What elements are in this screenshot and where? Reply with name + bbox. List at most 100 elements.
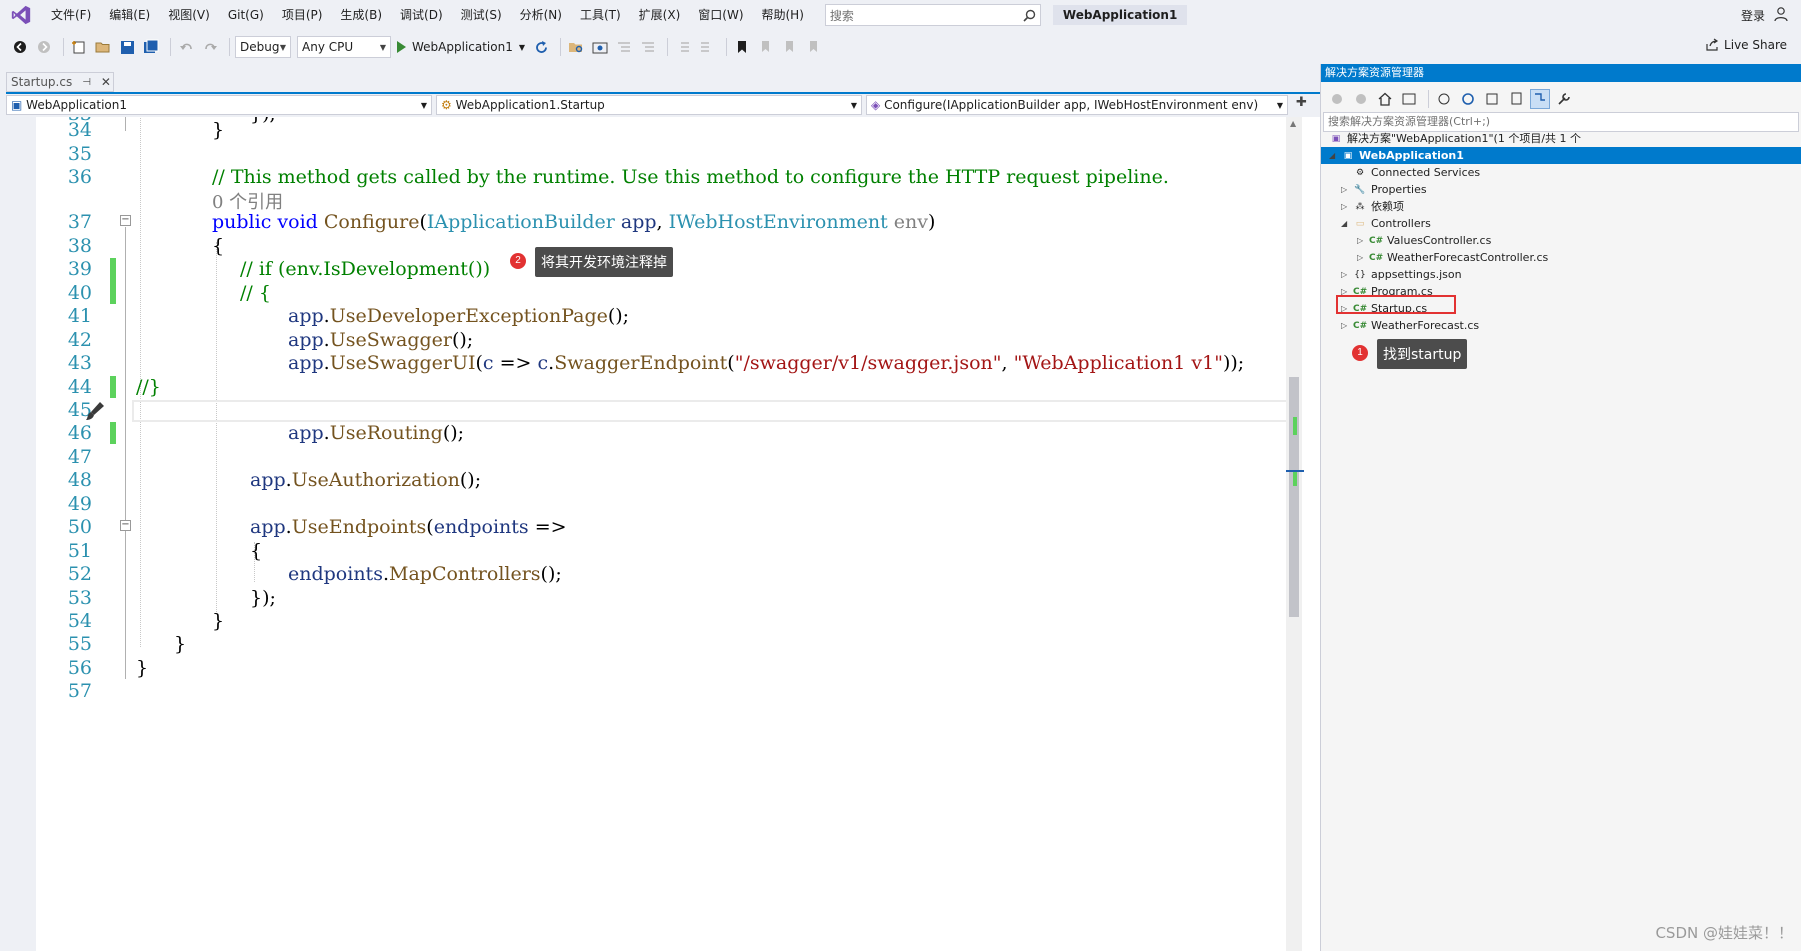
folder-open-icon: ▭ <box>1355 218 1365 229</box>
menu-edit[interactable]: 编辑(E) <box>100 0 159 30</box>
properties-wrench-icon[interactable] <box>1554 89 1574 109</box>
menu-project[interactable]: 项目(P) <box>273 0 332 30</box>
pending-changes-filter-icon[interactable] <box>1434 89 1454 109</box>
forward-icon[interactable] <box>1351 89 1371 109</box>
solution-platform-select[interactable]: Any CPU ▼ <box>297 36 391 58</box>
back-icon[interactable] <box>1327 89 1347 109</box>
tree-node-dependencies[interactable]: ▷ ⁂ 依赖项 <box>1341 198 1404 215</box>
member-dropdown[interactable]: ◈ Configure(IApplicationBuilder app, IWe… <box>866 95 1288 115</box>
new-project-icon[interactable] <box>69 37 89 57</box>
tree-node-connected-services[interactable]: ⚙ Connected Services <box>1353 164 1480 181</box>
code-line: } <box>136 657 149 679</box>
redo-icon[interactable] <box>200 37 220 57</box>
visual-studio-logo-icon[interactable] <box>10 4 32 26</box>
solution-explorer-search-input[interactable]: 搜索解决方案资源管理器(Ctrl+;) <box>1323 112 1799 132</box>
tab-startup-cs[interactable]: Startup.cs ⊣ ✕ <box>6 72 114 92</box>
uncomment-lines-icon[interactable] <box>638 37 658 57</box>
pin-icon[interactable]: ⊣ <box>82 77 91 88</box>
collapsed-arrow-icon[interactable]: ▷ <box>1341 198 1353 215</box>
next-bookmark-icon[interactable] <box>780 37 800 57</box>
live-share-button[interactable]: Live Share <box>1705 38 1787 52</box>
collapse-all-icon[interactable] <box>1482 89 1502 109</box>
collapsed-arrow-icon[interactable]: ▷ <box>1357 232 1369 249</box>
find-in-files-icon[interactable] <box>566 37 586 57</box>
tree-node-label: WeatherForecastController.cs <box>1387 251 1549 264</box>
menu-extensions[interactable]: 扩展(X) <box>630 0 690 30</box>
codelens-references[interactable]: 0 个引用 <box>6 188 1486 213</box>
expanded-arrow-icon[interactable]: ◢ <box>1329 147 1341 164</box>
menu-git[interactable]: Git(G) <box>219 0 273 30</box>
toolbar-separator <box>726 38 728 56</box>
json-file-icon: {} <box>1354 269 1366 280</box>
undo-icon[interactable] <box>176 37 196 57</box>
toolbar-separator <box>667 38 669 56</box>
solution-config-select[interactable]: Debug ▼ <box>235 36 291 58</box>
menu-window[interactable]: 窗口(W) <box>689 0 752 30</box>
user-icon[interactable] <box>1773 6 1789 22</box>
document-tab-strip: Startup.cs ⊣ ✕ ▼ ⚙ <box>6 72 1502 94</box>
code-editor[interactable]: 33 34 35 36 37 38 39 40 41 42 43 44 45 4… <box>6 117 1502 951</box>
sign-in-link[interactable]: 登录 <box>1741 7 1765 24</box>
sync-icon[interactable] <box>1458 89 1478 109</box>
member-dropdown-value: ◈ Configure(IApplicationBuilder app, IWe… <box>871 98 1258 112</box>
indent-icon[interactable] <box>673 37 693 57</box>
quick-actions-brush-icon[interactable] <box>84 400 106 422</box>
menu-build[interactable]: 生成(B) <box>331 0 391 30</box>
collapsed-arrow-icon[interactable]: ▷ <box>1341 266 1353 283</box>
split-editor-icon[interactable]: ✚ <box>1296 95 1307 115</box>
code-line: // { <box>240 282 271 304</box>
comment-lines-icon[interactable] <box>614 37 634 57</box>
line-number: 49 <box>67 493 92 515</box>
global-search-input[interactable]: 搜索 <box>824 4 1041 26</box>
show-all-files-icon[interactable] <box>1506 89 1526 109</box>
scrollbar-thumb[interactable] <box>1289 377 1299 617</box>
close-icon[interactable]: ✕ <box>101 75 111 89</box>
tree-node-label: Controllers <box>1371 217 1431 230</box>
chevron-down-icon[interactable]: ▼ <box>519 43 525 52</box>
editor-vertical-scrollbar[interactable]: ▲ <box>1286 117 1304 951</box>
menu-test[interactable]: 测试(S) <box>452 0 511 30</box>
back-icon[interactable] <box>10 37 30 57</box>
project-dropdown-value: ▣ WebApplication1 <box>11 98 127 112</box>
tree-node-solution[interactable]: ▣ 解决方案"WebApplication1"(1 个项目/共 1 个 <box>1329 130 1581 147</box>
forward-icon[interactable] <box>34 37 54 57</box>
outdent-icon[interactable] <box>697 37 717 57</box>
tree-node-project[interactable]: ◢ ▣ WebApplication1 <box>1321 147 1801 164</box>
screenshot-icon[interactable] <box>590 37 610 57</box>
tree-node-controllers[interactable]: ◢ ▭ Controllers <box>1341 215 1431 232</box>
preview-selected-icon[interactable] <box>1530 89 1550 109</box>
nav-project-label: WebApplication1 <box>26 98 128 112</box>
chevron-down-icon: ▼ <box>1276 100 1283 110</box>
home-icon[interactable] <box>1375 89 1395 109</box>
csharp-project-icon: ▣ <box>11 98 23 112</box>
tree-node-weather-controller[interactable]: ▷ C# WeatherForecastController.cs <box>1357 249 1548 266</box>
expanded-arrow-icon[interactable]: ◢ <box>1341 215 1353 232</box>
menu-debug[interactable]: 调试(D) <box>391 0 452 30</box>
clear-bookmarks-icon[interactable] <box>804 37 824 57</box>
collapsed-arrow-icon[interactable]: ▷ <box>1341 317 1353 334</box>
menu-view[interactable]: 视图(V) <box>159 0 219 30</box>
menu-help[interactable]: 帮助(H) <box>753 0 813 30</box>
project-dropdown[interactable]: ▣ WebApplication1 ▼ <box>6 95 432 115</box>
tree-node-properties[interactable]: ▷ 🔧 Properties <box>1341 181 1427 198</box>
menu-file[interactable]: 文件(F) <box>42 0 100 30</box>
solution-config-value: Debug <box>240 40 280 54</box>
menu-analyze[interactable]: 分析(N) <box>511 0 571 30</box>
tree-node-appsettings[interactable]: ▷{} appsettings.json <box>1341 266 1462 283</box>
collapsed-arrow-icon[interactable]: ▷ <box>1341 181 1353 198</box>
share-icon <box>1706 38 1719 51</box>
refresh-icon[interactable] <box>531 37 551 57</box>
save-all-icon[interactable] <box>141 37 161 57</box>
save-icon[interactable] <box>117 37 137 57</box>
bookmark-icon[interactable] <box>732 37 752 57</box>
type-dropdown[interactable]: ⚙ WebApplication1.Startup ▼ <box>436 95 862 115</box>
prev-bookmark-icon[interactable] <box>756 37 776 57</box>
scroll-up-icon[interactable]: ▲ <box>1290 119 1296 128</box>
start-debugging-button[interactable]: WebApplication1 ▼ <box>397 40 525 54</box>
collapsed-arrow-icon[interactable]: ▷ <box>1357 249 1369 266</box>
menu-tools[interactable]: 工具(T) <box>571 0 630 30</box>
tree-node-values-controller[interactable]: ▷ C# ValuesController.cs <box>1357 232 1491 249</box>
switch-views-icon[interactable] <box>1399 89 1419 109</box>
tree-node-weather-forecast[interactable]: ▷ C# WeatherForecast.cs <box>1341 317 1479 334</box>
open-folder-icon[interactable] <box>93 37 113 57</box>
